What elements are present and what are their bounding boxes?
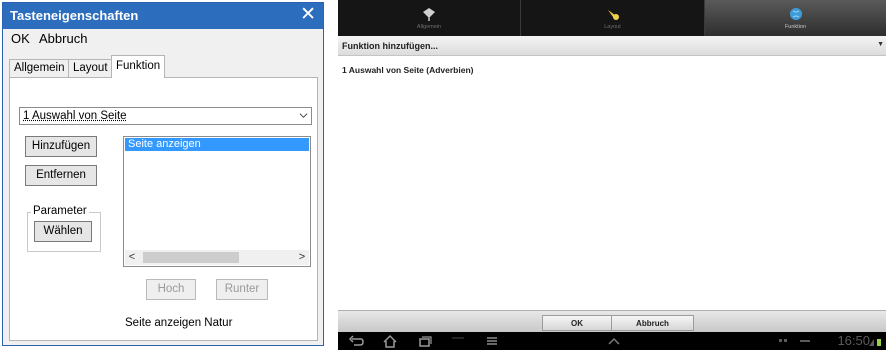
add-function-dropdown[interactable]: Funktion hinzufügen... ▼ <box>338 36 886 56</box>
menu-ok[interactable]: OK <box>11 31 30 46</box>
tag-icon <box>423 8 435 21</box>
dialog-titlebar[interactable]: Tasteneigenschaften ✕ <box>3 3 323 29</box>
android-tab-label: Funktion <box>784 24 807 30</box>
dropdown-arrow-icon: ▼ <box>877 41 884 48</box>
function-list[interactable]: Seite anzeigen < > <box>123 136 311 267</box>
move-up-button[interactable]: Hoch <box>146 279 196 300</box>
home-icon[interactable] <box>382 334 398 348</box>
move-down-button[interactable]: Runter <box>216 279 268 300</box>
android-tab-allgemein[interactable]: Allgemein <box>338 0 520 36</box>
menu-cancel[interactable]: Abbruch <box>39 31 87 46</box>
function-select[interactable]: 1 Auswahl von Seite <box>19 107 312 125</box>
cancel-button[interactable]: Abbruch <box>611 315 694 331</box>
chevron-up-icon[interactable] <box>606 334 622 348</box>
screenshot-icon[interactable] <box>450 334 466 348</box>
parameter-group-label: Parameter <box>31 205 89 217</box>
status-text: Seite anzeigen Natur <box>125 317 233 329</box>
globe-icon <box>789 8 802 20</box>
add-function-label: Funktion hinzufügen... <box>342 41 438 51</box>
recent-apps-icon[interactable] <box>417 334 433 348</box>
back-icon[interactable] <box>348 334 364 348</box>
usb-icon <box>779 339 787 342</box>
menu-icon[interactable] <box>484 334 500 348</box>
scroll-thumb[interactable] <box>143 252 239 263</box>
choose-button[interactable]: Wählen <box>34 221 92 242</box>
android-tab-funktion[interactable]: Funktion <box>705 0 886 36</box>
clock: 16:50 <box>837 333 870 348</box>
horizontal-scrollbar[interactable]: < > <box>125 250 309 265</box>
ok-button[interactable]: OK <box>542 315 612 331</box>
android-button-bar: OK Abbruch <box>338 310 886 332</box>
properties-dialog: Tasteneigenschaften ✕ OK Abbruch Allgeme… <box>2 2 324 346</box>
dialog-title: Tasteneigenschaften <box>10 8 139 23</box>
list-item[interactable]: 1 Auswahl von Seite (Adverbien) <box>342 65 473 75</box>
brush-icon <box>607 10 619 20</box>
tab-funktion[interactable]: Funktion <box>111 55 165 78</box>
add-button[interactable]: Hinzufügen <box>25 136 97 157</box>
list-item[interactable]: Seite anzeigen <box>125 138 309 151</box>
android-tab-label: Allgemein <box>416 24 442 30</box>
tab-layout[interactable]: Layout <box>68 59 113 77</box>
remove-button[interactable]: Entfernen <box>25 165 97 186</box>
android-tab-bar: Allgemein Layout Funktion <box>338 0 886 36</box>
battery-icon <box>869 339 881 346</box>
function-select-value: 1 Auswahl von Seite <box>23 110 127 122</box>
scroll-left-icon[interactable]: < <box>125 251 139 264</box>
notification-icon <box>800 340 810 342</box>
scroll-right-icon[interactable]: > <box>295 251 309 264</box>
menu-bar: OK Abbruch <box>3 29 323 49</box>
chevron-down-icon <box>299 113 308 118</box>
tab-allgemein[interactable]: Allgemein <box>9 59 70 77</box>
android-tab-label: Layout <box>604 24 621 30</box>
close-icon[interactable]: ✕ <box>300 4 316 26</box>
system-nav-bar: 16:50 <box>338 332 886 350</box>
android-screen: Allgemein Layout Funktion Funktion hinzu… <box>338 0 886 350</box>
android-tab-layout[interactable]: Layout <box>521 0 704 36</box>
